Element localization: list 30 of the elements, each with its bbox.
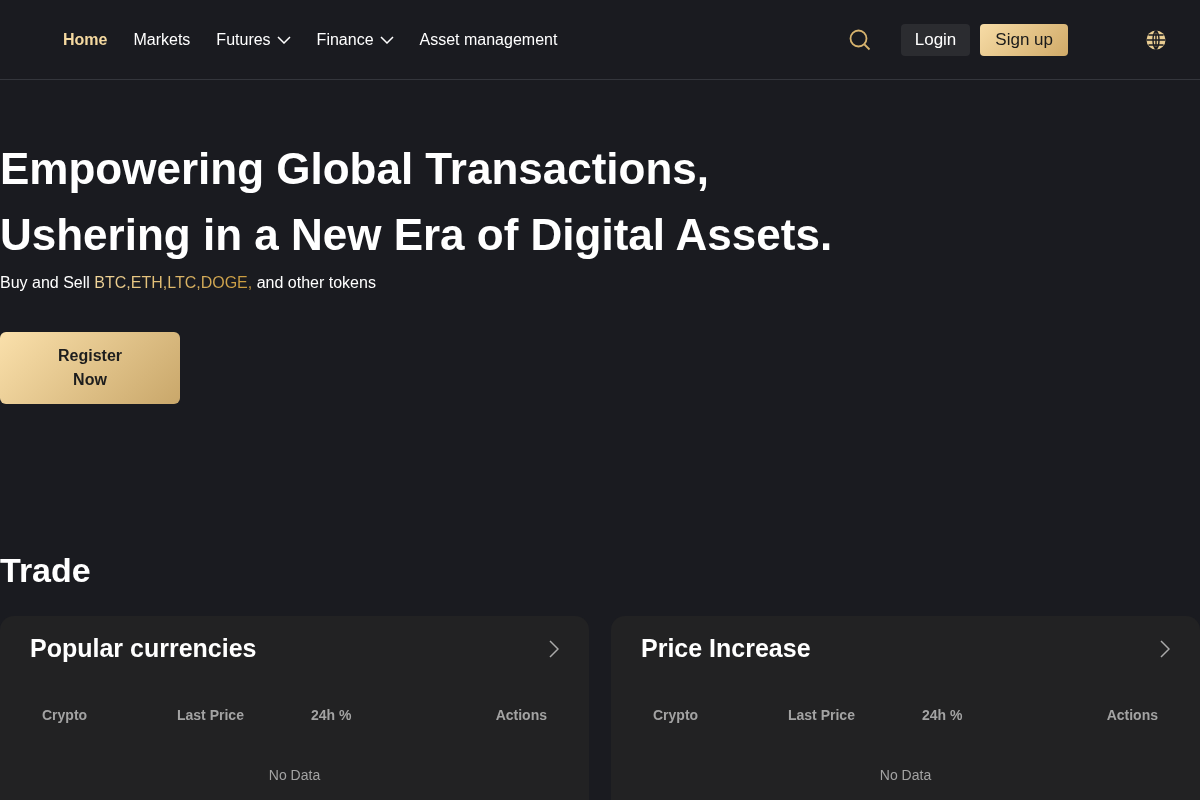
- card-title: Price Increase: [641, 634, 811, 663]
- search-icon[interactable]: [848, 28, 871, 51]
- signup-button[interactable]: Sign up: [980, 23, 1068, 56]
- card-title: Popular currencies: [30, 634, 257, 663]
- column-header: Last Price: [177, 707, 245, 723]
- nav-link[interactable]: Markets: [133, 30, 191, 49]
- column-header: Crypto: [653, 707, 700, 723]
- hero-subtitle: Buy and Sell BTC,ETH,LTC,DOGE, and other tokens: [0, 274, 377, 292]
- nav-link[interactable]: Futures: [216, 30, 291, 49]
- nav-link[interactable]: Asset management: [419, 30, 558, 49]
- column-header: Crypto: [42, 707, 89, 723]
- chevron-down-icon: [379, 35, 394, 44]
- column-header: Actions: [1106, 707, 1158, 723]
- globe-icon[interactable]: [1146, 29, 1166, 50]
- hero-title: Ushering in a New Era of Digital Assets.: [0, 209, 834, 261]
- column-header: 24h %: [922, 707, 964, 723]
- column-header: 24h %: [311, 707, 353, 723]
- chevron-right-icon[interactable]: [549, 639, 559, 658]
- chevron-right-icon[interactable]: [1160, 639, 1170, 658]
- section-heading: Trade: [0, 550, 92, 590]
- empty-message: No Data: [267, 767, 322, 783]
- column-header: Actions: [495, 707, 547, 723]
- empty-message: No Data: [878, 767, 933, 783]
- register-button[interactable]: Register Now: [0, 332, 180, 404]
- hero-title: Empowering Global Transactions,: [0, 143, 711, 195]
- login-button[interactable]: Login: [900, 23, 971, 56]
- nav-link[interactable]: Finance: [316, 30, 394, 49]
- chevron-down-icon: [276, 35, 291, 44]
- nav-link[interactable]: Home: [63, 30, 108, 49]
- column-header: Last Price: [788, 707, 856, 723]
